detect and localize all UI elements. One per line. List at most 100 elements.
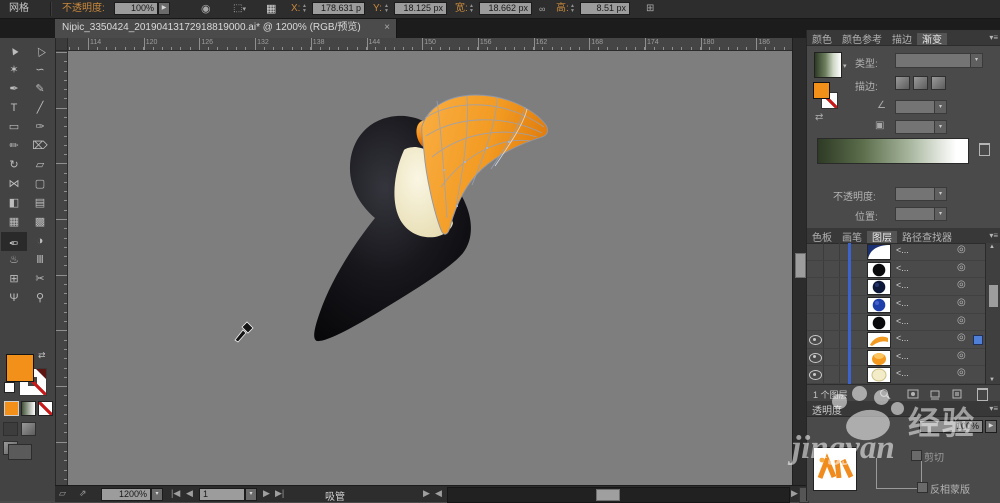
delete-stop-trash-icon[interactable]: [979, 143, 990, 156]
target-circle-icon[interactable]: ◎: [957, 244, 966, 255]
layer-label[interactable]: <...: [896, 333, 909, 343]
scroll-left-icon[interactable]: ◀: [435, 488, 442, 499]
lock-cell[interactable]: [823, 349, 840, 366]
screen-mode-button[interactable]: [8, 444, 32, 460]
mesh-edit-icon[interactable]: ▦: [266, 0, 276, 18]
lock-cell[interactable]: [823, 366, 840, 383]
free-transform-tool[interactable]: ▢: [27, 175, 53, 194]
transparency-opacity-input[interactable]: 100%: [919, 420, 983, 433]
gradTabs-tab-1[interactable]: 颜色参考: [837, 33, 887, 46]
layer-row-0[interactable]: <... ◎: [807, 243, 985, 261]
layer-row-5[interactable]: <...◎: [807, 331, 985, 349]
layer-label[interactable]: <...: [896, 351, 909, 361]
default-colors-icon[interactable]: [4, 382, 15, 393]
scroll-down-icon[interactable]: ▼: [989, 377, 995, 383]
aspect-dropdown-icon[interactable]: ▾: [934, 120, 947, 134]
width-stepper[interactable]: ▲▼: [469, 4, 474, 13]
width-tool[interactable]: ⋈: [1, 175, 27, 194]
document-tab[interactable]: Nipic_3350424_20190413172918819000.ai* @…: [55, 18, 397, 38]
draw-normal-button[interactable]: [3, 422, 18, 436]
layer-row-4[interactable]: <...◎: [807, 314, 985, 332]
horizontal-scrollbar-thumb[interactable]: [596, 489, 620, 501]
layer-label[interactable]: <...: [896, 298, 909, 308]
y-input[interactable]: 18.125 px: [394, 2, 447, 15]
opacity-dropdown-icon[interactable]: ▶: [158, 2, 170, 15]
height-stepper[interactable]: ▲▼: [570, 4, 575, 13]
layer-label[interactable]: <...: [896, 368, 909, 378]
layer-label[interactable]: <...: [896, 263, 909, 273]
last-artboard-icon[interactable]: ▶|: [275, 488, 284, 499]
layer-label[interactable]: <...: [896, 245, 909, 255]
layer-row-1[interactable]: <... ◎: [807, 261, 985, 279]
hand-tool[interactable]: Ψ: [1, 289, 27, 308]
swap-fill-stroke-icon[interactable]: ⇄: [38, 350, 46, 361]
target-circle-icon[interactable]: ◎: [957, 350, 966, 361]
layer-row-6[interactable]: <... ◎: [807, 349, 985, 367]
layer-label[interactable]: <...: [896, 316, 909, 326]
slice-tool[interactable]: ✂: [27, 270, 53, 289]
visibility-cell[interactable]: [807, 261, 824, 278]
stroke-within-button[interactable]: [895, 76, 910, 90]
eraser-tool[interactable]: ⌦: [27, 137, 53, 156]
visibility-cell[interactable]: [807, 331, 824, 348]
eyedropper-tool[interactable]: ✑: [1, 232, 27, 251]
draw-behind-button[interactable]: [21, 422, 36, 436]
line-segment-tool[interactable]: ╱: [27, 99, 53, 118]
envelope-mesh-icon[interactable]: ⊞: [646, 0, 654, 18]
visibility-cell[interactable]: [807, 366, 824, 383]
mesh-tool[interactable]: ▦: [1, 213, 27, 232]
target-circle-icon[interactable]: ◎: [957, 297, 966, 308]
next-artboard-icon[interactable]: ▶: [263, 488, 270, 499]
lock-cell[interactable]: [823, 261, 840, 278]
lock-cell[interactable]: [823, 243, 840, 260]
height-input[interactable]: 8.51 px: [580, 2, 630, 15]
pen-tool[interactable]: ✒: [1, 80, 27, 99]
visibility-eye-icon[interactable]: [809, 353, 822, 363]
scale-tool[interactable]: ▱: [27, 156, 53, 175]
lock-cell[interactable]: [823, 296, 840, 313]
visibility-cell[interactable]: [807, 243, 824, 260]
color-mode-button[interactable]: [4, 401, 19, 416]
gradient-swatch-dropdown-icon[interactable]: ▾: [843, 62, 847, 70]
lock-cell[interactable]: [823, 314, 840, 331]
perspective-grid-tool[interactable]: ▤: [27, 194, 53, 213]
status-expand-icon[interactable]: ▶: [423, 488, 430, 499]
transparency-panel-header[interactable]: 透明度: [807, 401, 1000, 417]
zoom-dropdown-icon[interactable]: ▾: [151, 488, 163, 501]
gradTabs-tab-3[interactable]: 渐变: [917, 33, 947, 46]
none-mode-button[interactable]: [38, 401, 53, 416]
delete-layer-trash-icon[interactable]: [977, 388, 988, 401]
visibility-eye-icon[interactable]: [809, 370, 822, 380]
new-layer-icon[interactable]: [951, 388, 963, 400]
stop-position-dropdown-icon[interactable]: ▾: [934, 207, 947, 221]
x-input[interactable]: 178.631 p: [312, 2, 365, 15]
constrain-link-icon[interactable]: ∞: [539, 0, 545, 18]
selection-tool[interactable]: ▲: [1, 42, 27, 61]
rectangle-tool[interactable]: ▭: [1, 118, 27, 137]
transparency-panel-title[interactable]: 透明度: [807, 404, 847, 417]
visibility-eye-icon[interactable]: [809, 335, 822, 345]
make-clip-mask-icon[interactable]: [907, 388, 919, 400]
gradTabs-tab-0[interactable]: 颜色: [807, 33, 837, 46]
layer-label[interactable]: <...: [896, 280, 909, 290]
locate-object-icon[interactable]: [879, 388, 891, 400]
shape-builder-tool[interactable]: ◧: [1, 194, 27, 213]
prev-artboard-icon[interactable]: ◀: [186, 488, 193, 499]
zoom-level-input[interactable]: 1200%: [101, 488, 151, 501]
stroke-along-button[interactable]: [913, 76, 928, 90]
pencil-tool[interactable]: ✎: [27, 80, 53, 99]
close-tab-icon[interactable]: ×: [384, 18, 390, 38]
rotate-tool[interactable]: ↻: [1, 156, 27, 175]
gradient-tool[interactable]: ▩: [27, 213, 53, 232]
target-circle-icon[interactable]: ◎: [957, 262, 966, 273]
clip-checkbox[interactable]: [911, 450, 922, 461]
invert-mask-checkbox[interactable]: [917, 482, 928, 493]
artboard-canvas[interactable]: 114120126132138144150156162168174180186: [55, 38, 806, 485]
lock-cell[interactable]: [823, 278, 840, 295]
y-stepper[interactable]: ▲▼: [384, 4, 389, 13]
transparency-opacity-popup-icon[interactable]: ▶: [985, 420, 997, 433]
layers-scrollbar-thumb[interactable]: [989, 285, 998, 307]
selection-color-chip[interactable]: [973, 335, 983, 345]
scroll-up-icon[interactable]: ▲: [989, 244, 995, 250]
fill-color-swatch[interactable]: [6, 354, 34, 382]
